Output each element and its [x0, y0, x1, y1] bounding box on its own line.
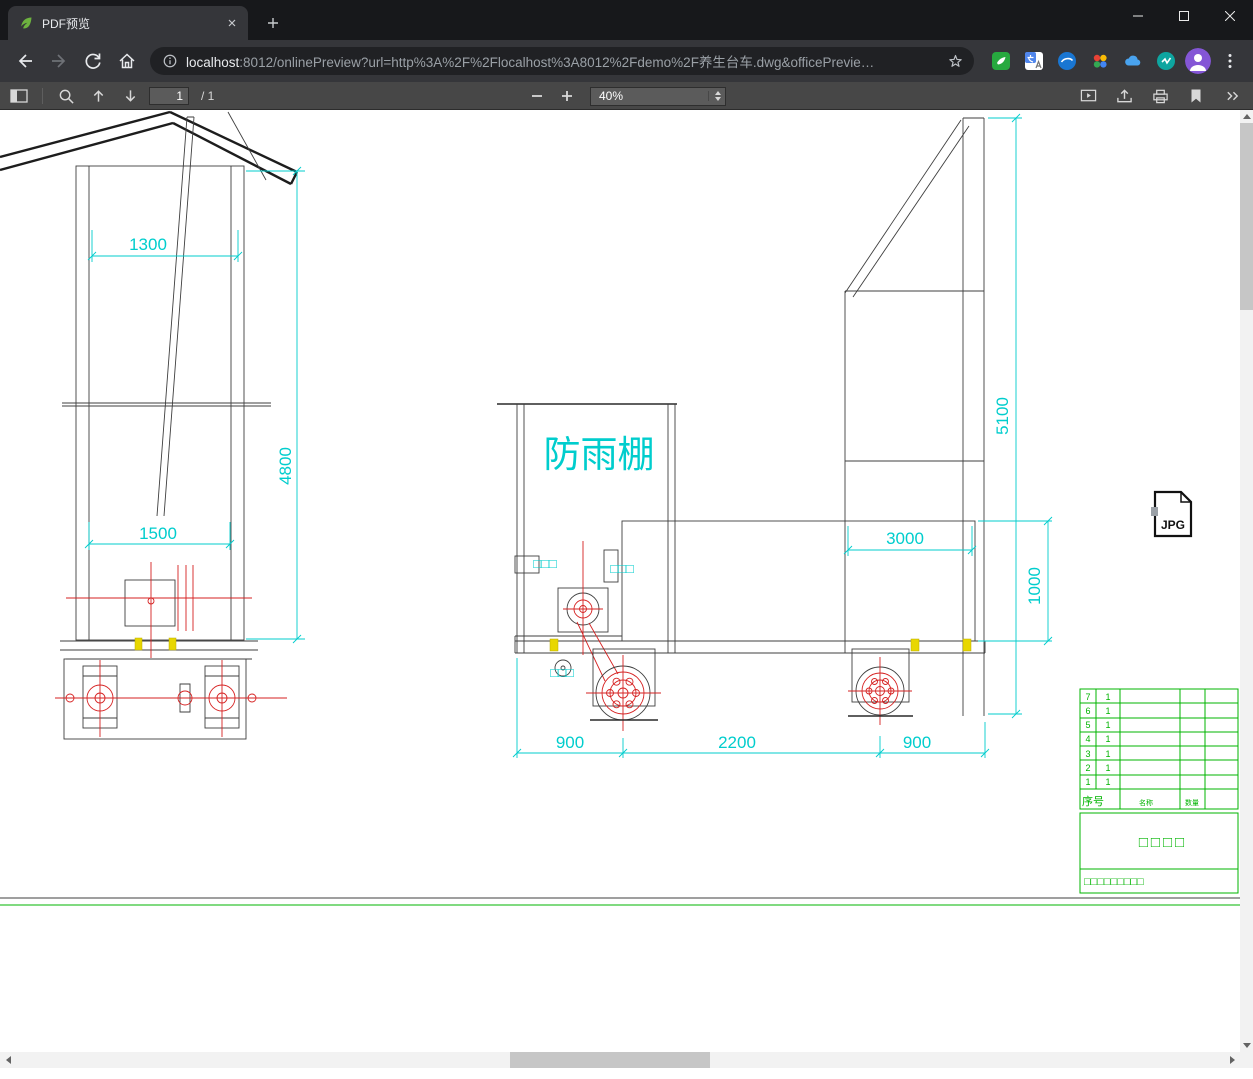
- header-seq: 序号: [1082, 794, 1104, 808]
- dim-label-900-right: 900: [903, 733, 931, 752]
- tag-row-2: □□□: [610, 561, 634, 576]
- open-file-icon[interactable]: [1111, 84, 1137, 108]
- dim-label-900-left: 900: [556, 733, 584, 752]
- title-block-text: □□□□: [1139, 834, 1187, 851]
- dim-label-1000: 1000: [1025, 567, 1044, 605]
- previous-page-icon[interactable]: [85, 84, 111, 108]
- jpg-file-icon: JPG: [1151, 490, 1193, 538]
- vertical-scrollbar-thumb[interactable]: [1240, 123, 1253, 310]
- tab-title: PDF预览: [42, 16, 91, 31]
- url-path: :8012/onlinePreview?url=http%3A%2F%2Floc…: [239, 55, 875, 70]
- extension-icon-3[interactable]: [1089, 50, 1111, 72]
- extension-icon-cloud[interactable]: [1122, 50, 1144, 72]
- window-close-button[interactable]: [1207, 0, 1253, 31]
- url-host: localhost: [186, 55, 240, 70]
- extension-icon-4[interactable]: [1155, 50, 1177, 72]
- pdf-page: 1300 4800 1500 防雨棚 □□□ □□□ □□□ 3000 1000…: [0, 110, 1240, 1052]
- front-view: 1300 4800 1500: [0, 110, 305, 740]
- search-icon[interactable]: [53, 84, 79, 108]
- zoom-out-icon[interactable]: [524, 84, 550, 108]
- footer-block-text: □□□□□□□□□: [1084, 876, 1144, 888]
- parts-table: 7 1 6 1 5 1 4 1 3 1 2 1 1 1 序号 名称 数量 □□□…: [1079, 688, 1239, 894]
- browser-tab[interactable]: PDF预览: [8, 6, 248, 40]
- home-button[interactable]: [110, 44, 144, 78]
- zoom-value: 40%: [599, 89, 624, 103]
- url-text: localhost:8012/onlinePreview?url=http%3A…: [186, 51, 939, 71]
- page-info-icon[interactable]: [162, 53, 178, 69]
- row-seq: 1: [1085, 777, 1090, 787]
- header-qty: 数量: [1185, 798, 1199, 807]
- pdf-toolbar: / 1 40%: [0, 82, 1253, 110]
- jpg-label: JPG: [1161, 518, 1185, 532]
- window-maximize-button[interactable]: [1161, 0, 1207, 31]
- dim-label-2200: 2200: [718, 733, 756, 752]
- row-qty: 1: [1105, 777, 1110, 787]
- tab-close-icon[interactable]: [224, 15, 240, 31]
- zoom-in-icon[interactable]: [554, 84, 580, 108]
- page-number-input[interactable]: [149, 87, 189, 105]
- row-qty: 1: [1105, 734, 1110, 744]
- pdf-toolbar-center: 40%: [524, 82, 726, 110]
- scroll-up-arrow[interactable]: [1240, 110, 1253, 123]
- header-name: 名称: [1139, 798, 1153, 807]
- dim-label-1500: 1500: [139, 524, 177, 543]
- dim-label-5100: 5100: [993, 397, 1012, 435]
- shelter-label: 防雨棚: [544, 434, 655, 475]
- side-view: 防雨棚 □□□ □□□ □□□ 3000 1000 5100 900 2200 …: [497, 113, 1053, 758]
- browser-menu-icon[interactable]: [1215, 46, 1245, 76]
- row-qty: 1: [1105, 692, 1110, 702]
- page-count-label: / 1: [201, 89, 215, 103]
- bookmark-star-icon[interactable]: [947, 53, 964, 70]
- dim-label-3000: 3000: [886, 529, 924, 548]
- pdf-toolbar-left: / 1: [6, 82, 214, 110]
- back-button[interactable]: [8, 44, 42, 78]
- extensions-area: [990, 50, 1177, 72]
- scroll-right-arrow[interactable]: [1224, 1052, 1240, 1068]
- titlebar: PDF预览: [0, 0, 1253, 40]
- scroll-left-arrow[interactable]: [0, 1052, 16, 1068]
- presentation-mode-icon[interactable]: [1075, 84, 1101, 108]
- horizontal-scrollbar-thumb[interactable]: [510, 1052, 710, 1068]
- extension-icon-translate[interactable]: [1023, 50, 1045, 72]
- zoom-select-spinner-icon: [708, 91, 721, 101]
- dim-label-1300: 1300: [129, 235, 167, 254]
- more-tools-chevrons-icon[interactable]: [1219, 84, 1245, 108]
- row-qty: 1: [1105, 749, 1110, 759]
- extension-icon-2[interactable]: [1056, 50, 1078, 72]
- address-bar[interactable]: localhost:8012/onlinePreview?url=http%3A…: [150, 47, 974, 75]
- next-page-icon[interactable]: [117, 84, 143, 108]
- tag-row-3: □□□: [550, 665, 574, 680]
- window-minimize-button[interactable]: [1115, 0, 1161, 31]
- dim-label-4800: 4800: [276, 447, 295, 485]
- sidebar-toggle-icon[interactable]: [6, 84, 32, 108]
- row-qty: 1: [1105, 706, 1110, 716]
- bookmark-icon[interactable]: [1183, 84, 1209, 108]
- vertical-scrollbar[interactable]: [1240, 110, 1253, 1052]
- forward-button[interactable]: [42, 44, 76, 78]
- browser-toolbar: localhost:8012/onlinePreview?url=http%3A…: [0, 40, 1253, 82]
- row-seq: 3: [1085, 749, 1090, 759]
- row-qty: 1: [1105, 720, 1110, 730]
- profile-avatar[interactable]: [1185, 48, 1211, 74]
- cad-drawing-canvas: 1300 4800 1500 防雨棚 □□□ □□□ □□□ 3000 1000…: [0, 110, 1240, 906]
- row-seq: 4: [1085, 734, 1090, 744]
- row-seq: 2: [1085, 763, 1090, 773]
- window-controls: [1115, 0, 1253, 31]
- row-seq: 7: [1085, 692, 1090, 702]
- new-tab-button[interactable]: [260, 10, 286, 36]
- tab-favicon-leaf-icon: [18, 15, 34, 31]
- reload-button[interactable]: [76, 44, 110, 78]
- scroll-down-arrow[interactable]: [1240, 1039, 1253, 1052]
- tag-row-1: □□□: [533, 556, 557, 571]
- row-qty: 1: [1105, 763, 1110, 773]
- row-seq: 6: [1085, 706, 1090, 716]
- toolbar-divider: [42, 88, 43, 104]
- zoom-select[interactable]: 40%: [590, 86, 726, 106]
- horizontal-scrollbar[interactable]: [0, 1052, 1253, 1068]
- browser-window: PDF预览 localhost:8012/onlinePreview?url=h…: [0, 0, 1253, 1079]
- pdf-toolbar-right: [1075, 82, 1245, 110]
- extension-icon-1[interactable]: [990, 50, 1012, 72]
- print-icon[interactable]: [1147, 84, 1173, 108]
- row-seq: 5: [1085, 720, 1090, 730]
